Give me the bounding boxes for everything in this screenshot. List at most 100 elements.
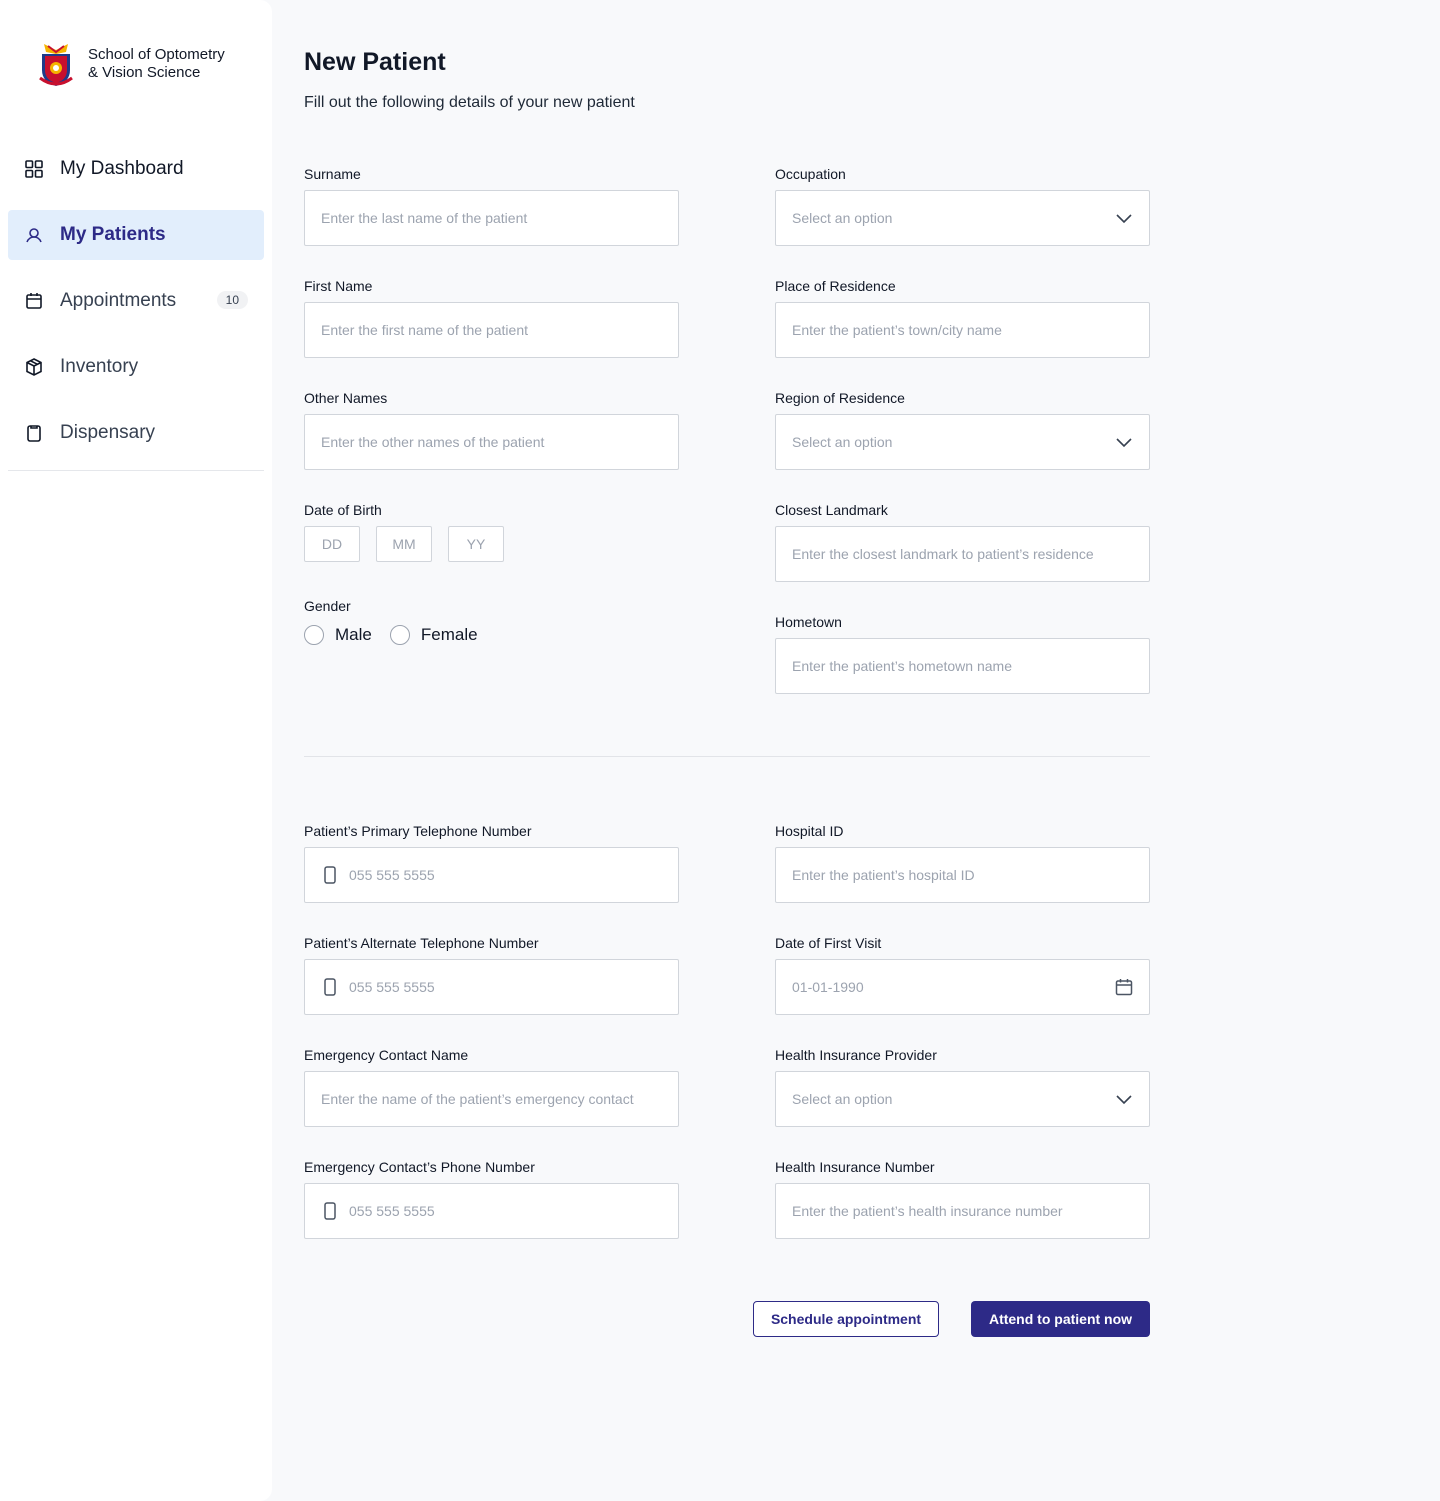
insurance-provider-field: Health Insurance Provider Select an opti…: [775, 1046, 1150, 1127]
hospital-id-label: Hospital ID: [775, 823, 844, 839]
surname-input[interactable]: Enter the last name of the patient: [304, 190, 679, 246]
hospital-id-input[interactable]: Enter the patient’s hospital ID: [775, 847, 1150, 903]
emergency-name-field: Emergency Contact Name Enter the name of…: [304, 1046, 679, 1127]
first-visit-date-input[interactable]: 01-01-1990: [775, 959, 1150, 1015]
surname-field: Surname Enter the last name of the patie…: [304, 165, 679, 246]
gender-female-radio[interactable]: Female: [389, 625, 478, 645]
section-divider: [304, 756, 1150, 757]
sidebar-item-label: Dispensary: [60, 422, 156, 443]
box-icon: [24, 357, 44, 377]
other-names-input[interactable]: Enter the other names of the patient: [304, 414, 679, 470]
other-names-field: Other Names Enter the other names of the…: [304, 389, 679, 470]
patient-icon: [24, 225, 44, 245]
gender-female-label: Female: [420, 625, 478, 644]
first-visit-field: Date of First Visit 01-01-1990: [775, 934, 1150, 1015]
hospital-id-placeholder: Enter the patient’s hospital ID: [792, 867, 975, 883]
primary-phone-input[interactable]: 055 555 5555: [304, 847, 679, 903]
dob-year-placeholder: YY: [466, 536, 486, 552]
other-names-label: Other Names: [304, 390, 388, 406]
place-of-residence-label: Place of Residence: [775, 278, 896, 294]
dob-day-input[interactable]: DD: [304, 526, 360, 562]
sidebar-item-label: My Patients: [60, 224, 166, 245]
primary-phone-placeholder: 055 555 5555: [349, 867, 435, 883]
insurance-number-input[interactable]: Enter the patient’s health insurance num…: [775, 1183, 1150, 1239]
primary-phone-field: Patient’s Primary Telephone Number 055 5…: [304, 822, 679, 903]
dob-month-input[interactable]: MM: [376, 526, 432, 562]
school-name-line2: & Vision Science: [88, 64, 201, 81]
crest-icon: [39, 44, 73, 86]
alternate-phone-placeholder: 055 555 5555: [349, 979, 435, 995]
place-of-residence-input[interactable]: Enter the patient’s town/city name: [775, 302, 1150, 358]
place-of-residence-field: Place of Residence Enter the patient’s t…: [775, 277, 1150, 358]
emergency-name-placeholder: Enter the name of the patient’s emergenc…: [321, 1091, 634, 1107]
sidebar-divider: [8, 470, 264, 471]
closest-landmark-field: Closest Landmark Enter the closest landm…: [775, 501, 1150, 582]
hometown-field: Hometown Enter the patient’s hometown na…: [775, 613, 1150, 694]
surname-placeholder: Enter the last name of the patient: [321, 210, 528, 226]
primary-phone-label: Patient’s Primary Telephone Number: [304, 823, 532, 839]
grid-icon: [24, 159, 44, 179]
sidebar-item-my-dashboard[interactable]: My Dashboard: [8, 144, 264, 194]
dob-year-input[interactable]: YY: [448, 526, 504, 562]
calendar-icon[interactable]: [1115, 978, 1133, 999]
dob-month-placeholder: MM: [392, 536, 416, 552]
first-visit-placeholder: 01-01-1990: [792, 979, 864, 995]
insurance-provider-label: Health Insurance Provider: [775, 1047, 937, 1063]
hometown-input[interactable]: Enter the patient’s hometown name: [775, 638, 1150, 694]
sidebar-item-label: Appointments: [60, 290, 177, 311]
sidebar-item-label: Inventory: [60, 356, 139, 377]
occupation-select[interactable]: Select an option: [775, 190, 1150, 246]
dob-label: Date of Birth: [304, 502, 382, 518]
alternate-phone-label: Patient’s Alternate Telephone Number: [304, 935, 539, 951]
appointments-count-badge: 10: [216, 291, 248, 309]
emergency-phone-field: Emergency Contact’s Phone Number 055 555…: [304, 1158, 679, 1239]
surname-label: Surname: [304, 166, 361, 182]
dob-field: Date of Birth DD MM YY: [304, 501, 679, 562]
sidebar-item-dispensary[interactable]: Dispensary: [8, 408, 264, 458]
hometown-label: Hometown: [775, 614, 842, 630]
gender-label: Gender: [304, 598, 351, 614]
sidebar-item-my-patients[interactable]: My Patients: [8, 210, 264, 260]
sidebar: School of Optometry & Vision Science My …: [0, 0, 272, 1501]
first-name-field: First Name Enter the first name of the p…: [304, 277, 679, 358]
sidebar-nav: My Dashboard My Patients Appointments 10: [8, 144, 264, 474]
closest-landmark-label: Closest Landmark: [775, 502, 888, 518]
emergency-phone-label: Emergency Contact’s Phone Number: [304, 1159, 535, 1175]
dob-day-placeholder: DD: [321, 536, 343, 552]
page-title: New Patient: [304, 48, 446, 76]
clipboard-icon: [24, 423, 44, 443]
radio-circle[interactable]: [304, 625, 324, 645]
radio-circle[interactable]: [389, 625, 410, 645]
alternate-phone-input[interactable]: 055 555 5555: [304, 959, 679, 1015]
insurance-provider-select[interactable]: Select an option: [775, 1071, 1150, 1127]
region-of-residence-field: Region of Residence Select an option: [775, 389, 1150, 470]
calendar-icon: [24, 291, 44, 311]
first-name-placeholder: Enter the first name of the patient: [321, 322, 529, 338]
emergency-phone-input[interactable]: 055 555 5555: [304, 1183, 679, 1239]
phone-icon: [324, 1202, 336, 1223]
emergency-name-input[interactable]: Enter the name of the patient’s emergenc…: [304, 1071, 679, 1127]
first-name-input[interactable]: Enter the first name of the patient: [304, 302, 679, 358]
school-name-line1: School of Optometry: [88, 46, 225, 63]
school-logo[interactable]: School of Optometry & Vision Science: [36, 40, 225, 88]
insurance-provider-placeholder: Select an option: [792, 1091, 893, 1107]
emergency-phone-placeholder: 055 555 5555: [349, 1203, 435, 1219]
dob-inputs: DD MM YY: [304, 526, 679, 562]
page-subtitle: Fill out the following details of your n…: [304, 94, 635, 111]
closest-landmark-input[interactable]: Enter the closest landmark to patient’s …: [775, 526, 1150, 582]
occupation-field: Occupation Select an option: [775, 165, 1150, 246]
schedule-appointment-button[interactable]: Schedule appointment: [753, 1301, 939, 1337]
sidebar-item-appointments[interactable]: Appointments 10: [8, 276, 264, 326]
insurance-number-placeholder: Enter the patient’s health insurance num…: [792, 1203, 1063, 1219]
gender-male-radio[interactable]: Male: [304, 625, 372, 645]
chevron-down-icon: [1115, 1090, 1133, 1111]
occupation-label: Occupation: [775, 166, 846, 182]
sidebar-item-inventory[interactable]: Inventory: [8, 342, 264, 392]
region-of-residence-select[interactable]: Select an option: [775, 414, 1150, 470]
other-names-placeholder: Enter the other names of the patient: [321, 434, 545, 450]
first-visit-label: Date of First Visit: [775, 935, 882, 951]
attend-to-patient-button[interactable]: Attend to patient now: [971, 1301, 1150, 1337]
hospital-id-field: Hospital ID Enter the patient’s hospital…: [775, 822, 1150, 903]
chevron-down-icon: [1115, 433, 1133, 454]
insurance-number-label: Health Insurance Number: [775, 1159, 935, 1175]
